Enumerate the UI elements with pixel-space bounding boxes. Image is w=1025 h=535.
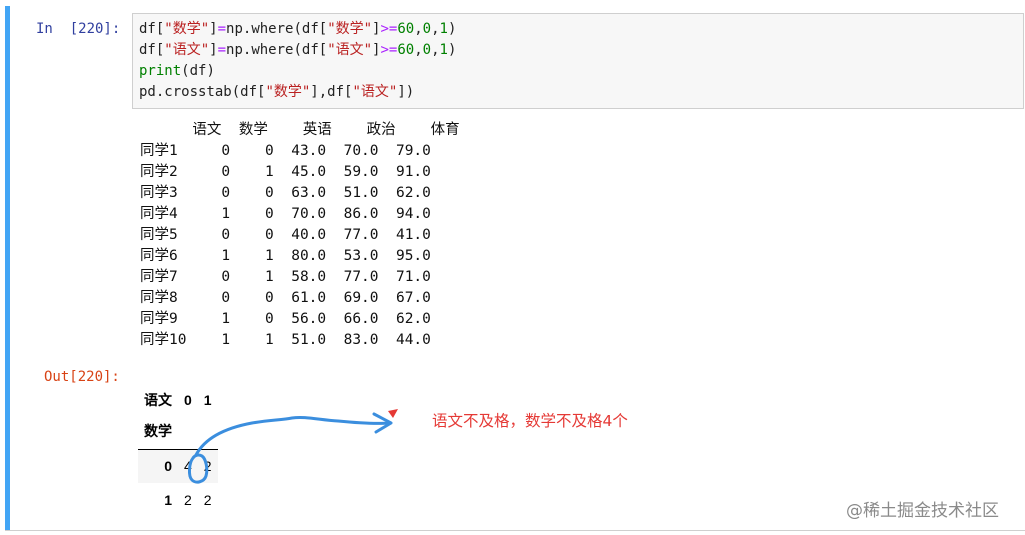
annotation-arrow-line [194, 415, 392, 457]
code-line-2: df["语文"]=np.where(df["语文"]>=60,0,1) [139, 42, 457, 58]
code-line-1: df["数学"]=np.where(df["数学"]>=60,0,1) [139, 21, 457, 37]
column-header: 0 [184, 392, 192, 408]
selected-cell-indicator [5, 6, 10, 530]
input-prompt: In [220]: [36, 21, 121, 37]
stdout-row: 同学7 0 1 58.0 77.0 71.0 [140, 269, 431, 285]
row-axis-name: 数学 [138, 414, 178, 450]
table-cell: 4 [178, 449, 198, 483]
stdout-row: 同学9 1 0 56.0 66.0 62.0 [140, 311, 431, 327]
annotation-arrow-head [372, 412, 393, 434]
table-row: 1 2 2 [138, 483, 218, 517]
watermark: @稀土掘金技术社区 [846, 501, 999, 521]
output-prompt: Out[220]: [44, 369, 120, 385]
stdout-row: 同学10 1 1 51.0 83.0 44.0 [140, 332, 431, 348]
code-input-area[interactable]: df["数学"]=np.where(df["数学"]>=60,0,1) df["… [132, 13, 1024, 109]
stdout-row: 同学6 1 1 80.0 53.0 95.0 [140, 248, 431, 264]
table-cell: 2 [184, 492, 192, 508]
stdout-output: 语文 数学 英语 政治 体育 同学1 0 0 43.0 70.0 79.0 同学… [140, 120, 460, 351]
stdout-row: 同学2 0 1 45.0 59.0 91.0 [140, 164, 431, 180]
stdout-header: 语文 数学 英语 政治 体育 [140, 122, 460, 138]
stdout-row: 同学4 1 0 70.0 86.0 94.0 [140, 206, 431, 222]
table-header-row: 语文 0 1 [138, 386, 218, 414]
code-line-3: print(df) [139, 63, 215, 79]
stdout-row: 同学1 0 0 43.0 70.0 79.0 [140, 143, 431, 159]
code-line-4: pd.crosstab(df["数学"],df["语文"]) [139, 84, 415, 100]
stdout-row: 同学5 0 0 40.0 77.0 41.0 [140, 227, 431, 243]
cell-divider [5, 530, 1025, 531]
table-row: 0 4 2 [138, 449, 218, 483]
stdout-row: 同学3 0 0 63.0 51.0 62.0 [140, 185, 431, 201]
table-cell: 2 [197, 449, 218, 483]
column-header: 1 [203, 392, 212, 408]
stdout-row: 同学8 0 0 61.0 69.0 67.0 [140, 290, 431, 306]
row-index: 1 [164, 492, 172, 508]
code-editor[interactable]: df["数学"]=np.where(df["数学"]>=60,0,1) df["… [139, 19, 456, 103]
red-pointer-icon [388, 409, 398, 418]
row-index: 0 [138, 449, 178, 483]
annotation-note: 语文不及格，数学不及格4个 [432, 412, 628, 430]
table-cell: 2 [203, 492, 212, 508]
column-axis-name: 语文 [144, 392, 172, 408]
crosstab-table: 语文 0 1 数学 0 4 2 1 2 2 [138, 386, 218, 517]
table-index-name-row: 数学 [138, 414, 218, 450]
